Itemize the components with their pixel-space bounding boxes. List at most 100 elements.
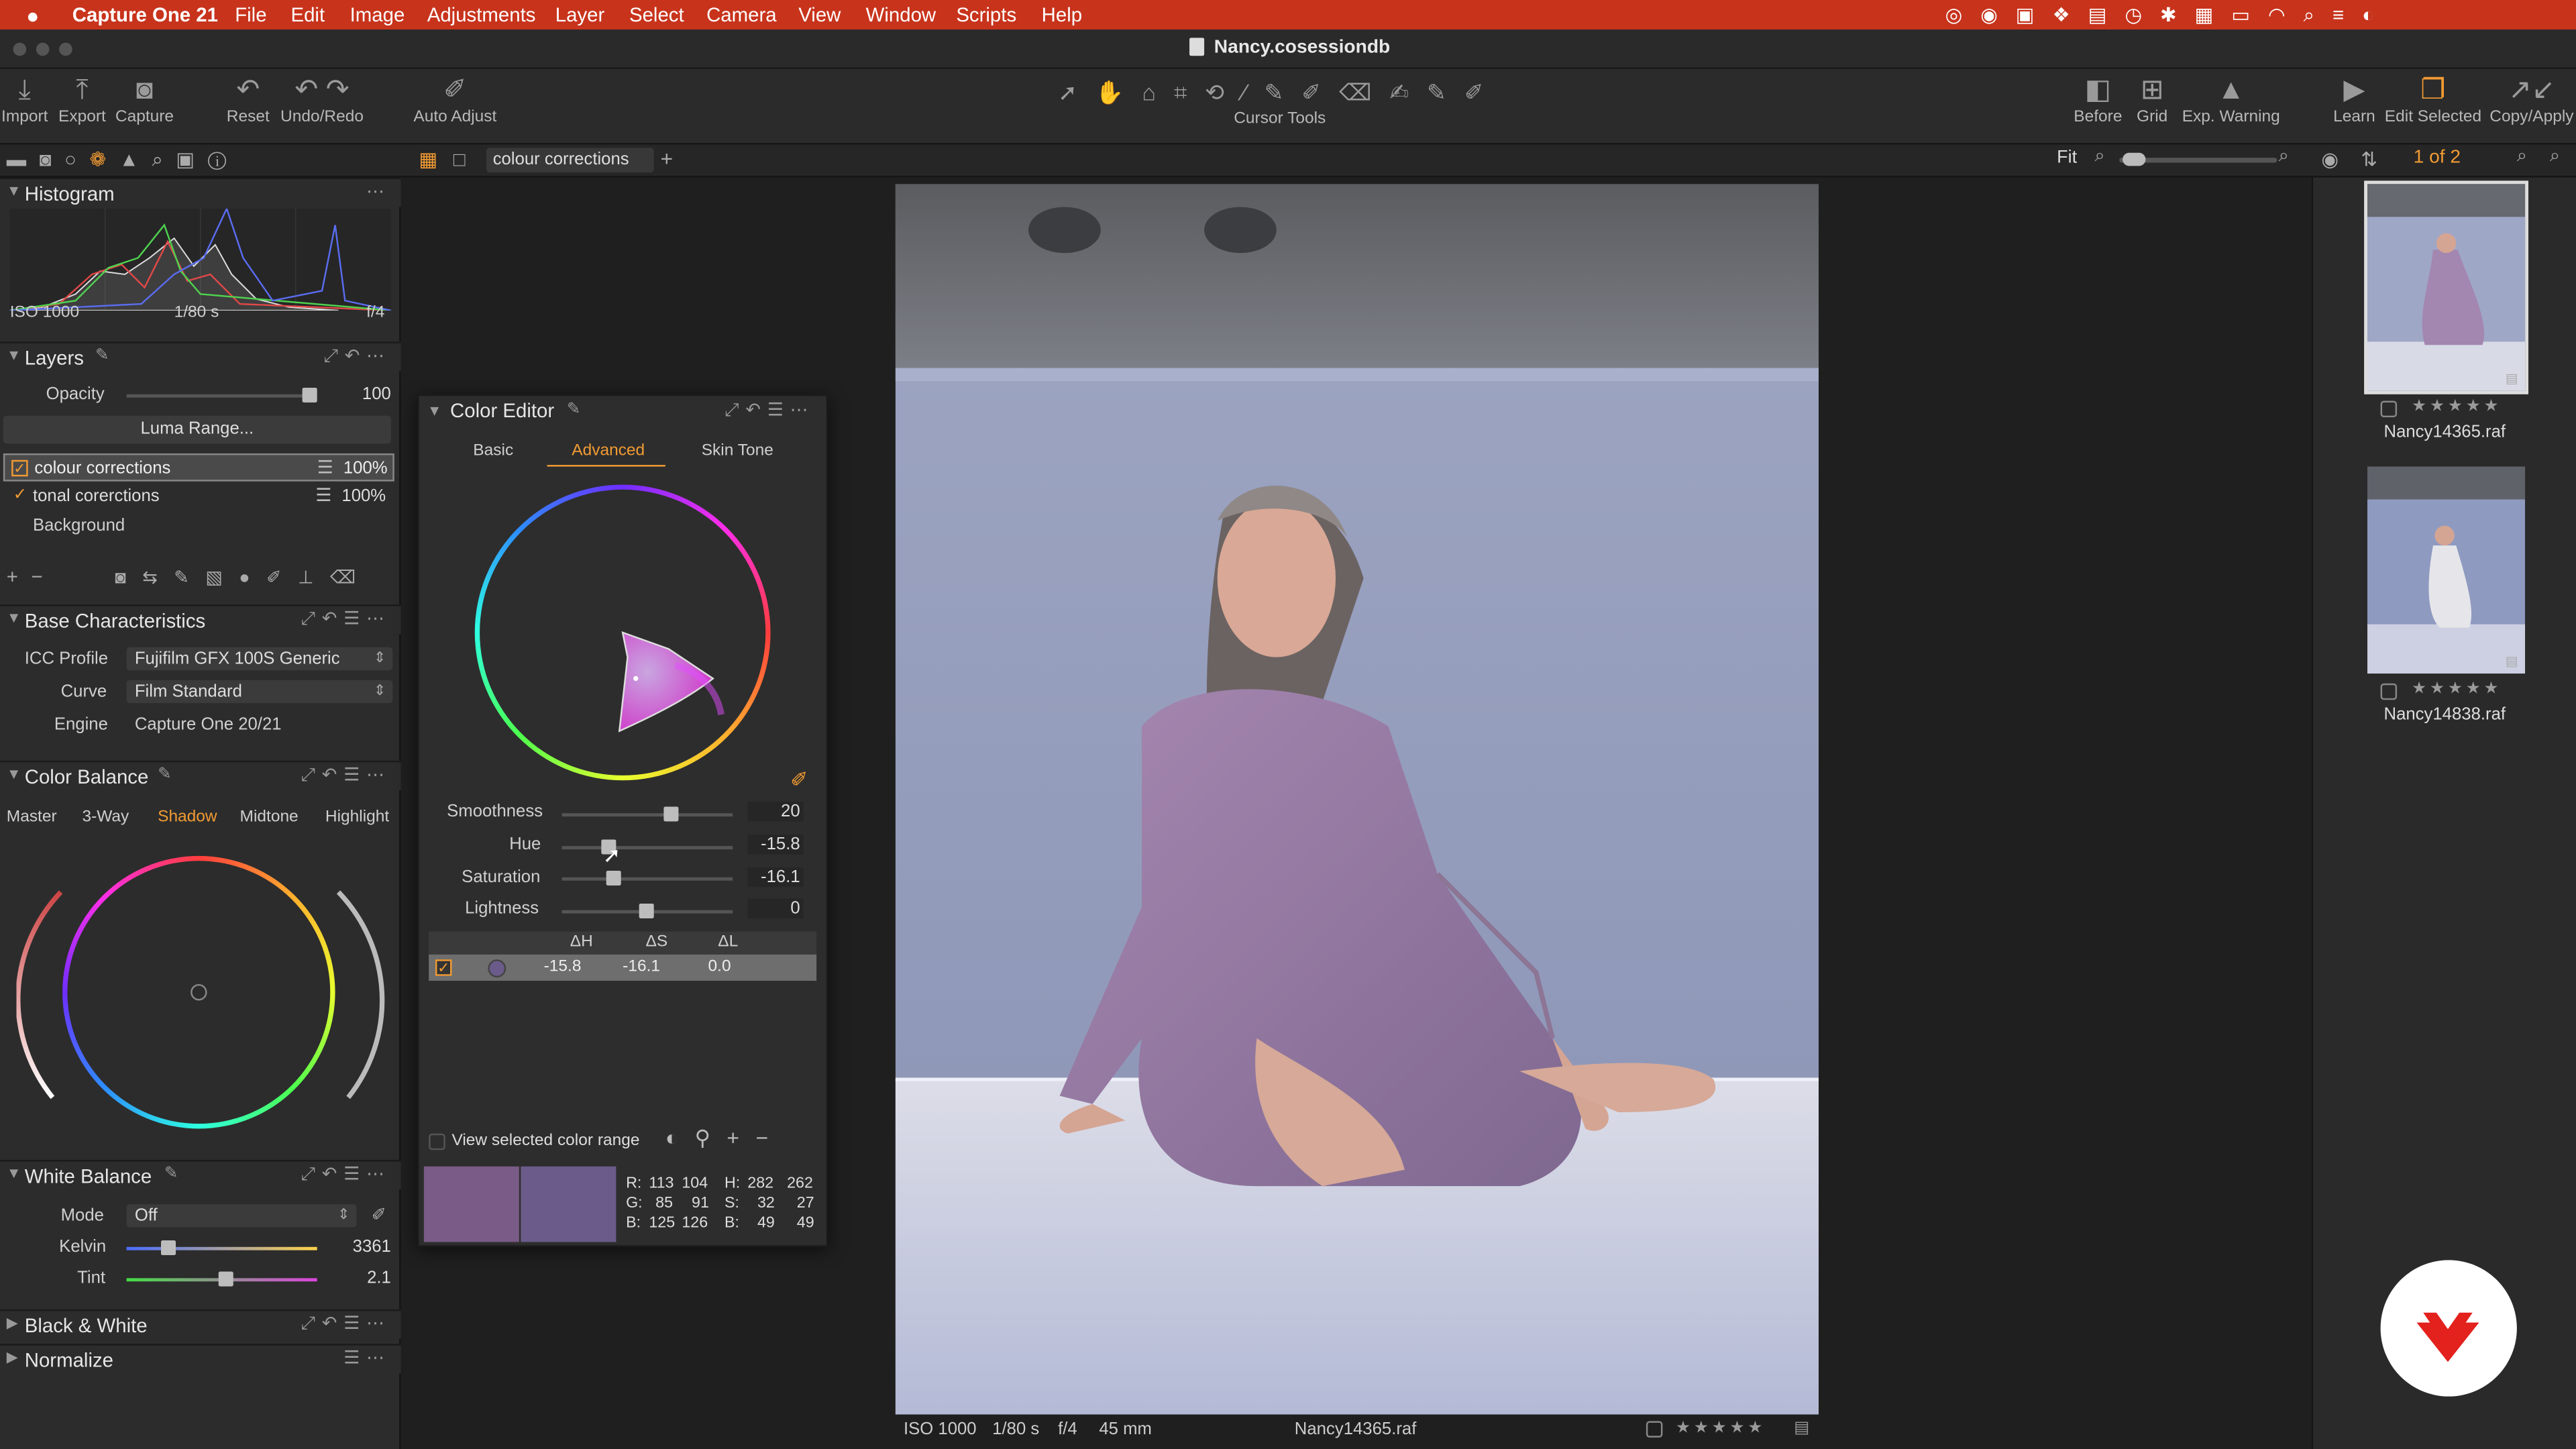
menu-camera[interactable]: Camera: [706, 3, 777, 26]
minimize-window-button[interactable]: [36, 42, 50, 56]
color-balance-arcs[interactable]: [16, 875, 386, 1122]
cb-tab-3way[interactable]: 3-Way: [82, 808, 129, 826]
saturation-value[interactable]: -16.1: [747, 867, 804, 888]
close-window-button[interactable]: [13, 42, 27, 56]
color-balance-header[interactable]: ▼ Color Balance ✎ ⤢↶☰⋯: [0, 760, 401, 790]
opacity-slider-knob[interactable]: [302, 387, 317, 403]
thumb-2-stars[interactable]: ★★★★★: [2412, 680, 2502, 698]
add-layer-icon[interactable]: +: [660, 146, 673, 171]
menu-help[interactable]: Help: [1042, 3, 1082, 26]
section-controls[interactable]: ☰⋯: [343, 1347, 391, 1368]
photo-preview[interactable]: [895, 184, 1819, 1415]
cb-tab-midtone[interactable]: Midtone: [240, 808, 299, 826]
histogram-header[interactable]: ▼ Histogram ⋯: [0, 177, 401, 207]
menu-adjustments[interactable]: Adjustments: [427, 3, 536, 26]
menu-image[interactable]: Image: [350, 3, 405, 26]
layers-header[interactable]: ▼ Layers ✎ ⤢↶⋯: [0, 341, 401, 372]
thumb-2-checkbox[interactable]: [2380, 683, 2398, 700]
layer-add-remove-icons[interactable]: +−: [7, 565, 56, 588]
smoothness-slider[interactable]: [561, 813, 733, 817]
status-icons[interactable]: ◎◉▣❖▤◷✱▦▭◠⌕≡◐: [1945, 3, 2392, 28]
smoothness-slider-knob[interactable]: [663, 806, 679, 822]
menu-file[interactable]: File: [235, 3, 266, 26]
color-range-row[interactable]: ✓ -15.8 -16.1 0.0: [429, 954, 817, 981]
layer-brush-tools[interactable]: ◙⇆✎▧●✐⊥⌫: [115, 567, 372, 588]
range-tools[interactable]: ◐⚲+−: [665, 1126, 785, 1152]
layer-checkbox[interactable]: ✓: [13, 486, 28, 504]
app-menu[interactable]: Capture One 21: [72, 3, 218, 26]
wb-mode-select[interactable]: Off: [126, 1204, 357, 1228]
layer-select[interactable]: colour corrections: [486, 148, 654, 173]
base-characteristics-header[interactable]: ▼ Base Characteristics ⤢↶☰⋯: [0, 604, 401, 635]
layer-settings-icon[interactable]: ☰: [317, 457, 333, 478]
cursor-tools-icons[interactable]: ➚✋⌂⌗⟲∕✎✐⌫✍✎✐: [983, 74, 1578, 110]
saturation-slider[interactable]: [561, 877, 733, 881]
before-button[interactable]: ◧ Before: [2070, 72, 2126, 126]
thumbnail-2[interactable]: ▤: [2367, 466, 2526, 674]
kelvin-slider[interactable]: [126, 1246, 317, 1250]
undo-redo-button[interactable]: ↶ ↷ Undo/Redo: [279, 72, 364, 126]
viewer-star-rating[interactable]: ★★★★★: [1676, 1419, 1766, 1438]
menu-layer[interactable]: Layer: [555, 3, 605, 26]
zoom-out-icon[interactable]: ⌕: [2094, 146, 2104, 168]
menu-window[interactable]: Window: [866, 3, 936, 26]
panel-controls[interactable]: ⤢↶☰⋯: [724, 399, 814, 422]
copy-apply-button[interactable]: ↗↙ Copy/Apply: [2487, 72, 2576, 126]
tint-value[interactable]: 2.1: [329, 1269, 391, 1288]
single-view-icon[interactable]: □: [453, 148, 466, 170]
apple-icon[interactable]: ●: [26, 3, 39, 28]
thumb-1-checkbox[interactable]: [2380, 400, 2398, 418]
layer-row-colour-corrections[interactable]: ✓ colour corrections ☰ 100%: [3, 453, 394, 482]
sort-icon[interactable]: ⇅: [2361, 148, 2377, 170]
normalize-header[interactable]: ▶ Normalize ☰⋯: [0, 1344, 401, 1374]
cb-tab-highlight[interactable]: Highlight: [325, 808, 389, 826]
menu-scripts[interactable]: Scripts: [956, 3, 1016, 26]
kelvin-slider-knob[interactable]: [161, 1240, 176, 1256]
exp-warning-button[interactable]: ▲ Exp. Warning: [2180, 72, 2282, 126]
menu-view[interactable]: View: [798, 3, 841, 26]
eyedropper-icon[interactable]: ✐: [371, 1204, 386, 1226]
zoom-in-icon[interactable]: ⌕: [2279, 146, 2289, 168]
grid-button[interactable]: ⊞ Grid: [2129, 72, 2176, 126]
icc-profile-select[interactable]: Fujifilm GFX 100S Generic: [126, 647, 393, 671]
ce-tab-skin-tone[interactable]: Skin Tone: [702, 442, 773, 460]
hue-slider[interactable]: [561, 846, 733, 850]
edit-selected-button[interactable]: ❐ Edit Selected: [2382, 72, 2484, 126]
color-picker-icon[interactable]: ✐: [790, 767, 808, 794]
auto-adjust-button[interactable]: ✐ Auto Adjust: [411, 72, 499, 126]
layer-row-background[interactable]: Background: [33, 516, 125, 535]
luma-range-button[interactable]: Luma Range...: [3, 415, 391, 444]
section-controls[interactable]: ⤢↶☰⋯: [301, 1163, 390, 1186]
learn-button[interactable]: ▶ Learn: [2330, 72, 2379, 126]
collapse-icon[interactable]: ▼: [427, 402, 442, 419]
ce-tab-advanced[interactable]: Advanced: [572, 442, 645, 460]
lightness-slider-knob[interactable]: [639, 903, 654, 918]
cb-tab-shadow[interactable]: Shadow: [158, 808, 217, 826]
tint-slider-knob[interactable]: [218, 1271, 233, 1287]
lightness-value[interactable]: 0: [747, 898, 804, 918]
view-range-checkbox[interactable]: [429, 1133, 445, 1150]
search-icon[interactable]: ⌕: [2517, 146, 2527, 168]
section-controls[interactable]: ⤢↶☰⋯: [301, 1313, 390, 1336]
layer-row-tonal-corerctions[interactable]: ✓ tonal corerctions ☰ 100%: [3, 483, 394, 511]
capture-button[interactable]: ◙ Capture: [115, 72, 174, 126]
more-icon[interactable]: ⋯: [366, 180, 391, 202]
section-controls[interactable]: ⤢↶☰⋯: [301, 764, 390, 787]
saturation-slider-knob[interactable]: [606, 870, 621, 886]
thumbnail-1[interactable]: ▤: [2364, 180, 2529, 394]
hue-value[interactable]: -15.8: [747, 835, 804, 855]
layer-settings-icon[interactable]: ☰: [315, 484, 331, 506]
tool-tab-icons[interactable]: ▬◙○❁▲⌕▣ⓘ: [7, 148, 239, 172]
section-controls[interactable]: ⤢↶☰⋯: [301, 608, 390, 631]
import-button[interactable]: ⤓ Import: [0, 72, 49, 126]
white-balance-header[interactable]: ▼ White Balance ✎ ⤢↶☰⋯: [0, 1159, 401, 1190]
color-range-checkbox[interactable]: ✓: [435, 959, 452, 976]
cb-tab-master[interactable]: Master: [7, 808, 57, 826]
zoom-slider-knob[interactable]: [2123, 152, 2146, 166]
color-range-selection[interactable]: [475, 484, 771, 780]
opacity-slider[interactable]: [126, 394, 317, 398]
thumb-1-stars[interactable]: ★★★★★: [2412, 398, 2502, 416]
reset-button[interactable]: ↶ Reset: [223, 72, 272, 126]
viewer-select-checkbox[interactable]: [1646, 1421, 1663, 1438]
black-white-header[interactable]: ▶ Black & White ⤢↶☰⋯: [0, 1309, 401, 1339]
